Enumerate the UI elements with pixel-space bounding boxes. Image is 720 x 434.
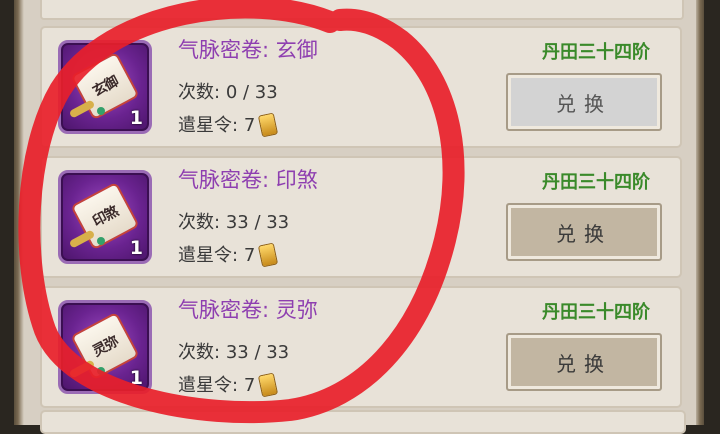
requirement-text: 丹田三十四阶 bbox=[542, 172, 650, 193]
times-label: 次数: bbox=[178, 212, 221, 233]
item-count: 1 bbox=[129, 237, 143, 259]
exchange-button[interactable]: 兑换 bbox=[506, 333, 662, 391]
exchange-times: 次数: 33 / 33 bbox=[178, 208, 289, 234]
exchange-button[interactable]: 兑换 bbox=[506, 203, 662, 261]
token-icon bbox=[259, 113, 278, 137]
cost-value: 7 bbox=[243, 375, 256, 396]
item-name: 气脉密卷: 玄御 bbox=[178, 38, 318, 62]
exchange-cost: 遣星令: 7 bbox=[178, 111, 278, 137]
item-count: 1 bbox=[129, 367, 143, 389]
item-icon[interactable]: 灵弥 1 bbox=[58, 300, 152, 394]
item-icon[interactable]: 印煞 1 bbox=[58, 170, 152, 264]
scroll-tassel bbox=[97, 237, 105, 245]
exchange-item-card: 印煞 1 气脉密卷: 印煞 次数: 33 / 33 遣星令: 7 丹田三十四阶 … bbox=[40, 156, 682, 278]
cost-label: 遣星令: bbox=[178, 375, 239, 396]
cost-value: 7 bbox=[243, 245, 256, 266]
requirement-text: 丹田三十四阶 bbox=[542, 302, 650, 323]
exchange-cost: 遣星令: 7 bbox=[178, 241, 278, 267]
exchange-button[interactable]: 兑换 bbox=[506, 73, 662, 131]
scroll-label: 玄御 bbox=[90, 73, 121, 101]
item-name: 气脉密卷: 印煞 bbox=[178, 168, 318, 192]
times-value: 33 / 33 bbox=[225, 212, 290, 233]
exchange-item-card: 玄御 1 气脉密卷: 玄御 次数: 0 / 33 遣星令: 7 丹田三十四阶 兑… bbox=[40, 26, 682, 148]
cost-label: 遣星令: bbox=[178, 115, 239, 136]
item-icon[interactable]: 玄御 1 bbox=[58, 40, 152, 134]
times-label: 次数: bbox=[178, 82, 221, 103]
previous-item-card-partial bbox=[40, 0, 684, 20]
cost-label: 遣星令: bbox=[178, 245, 239, 266]
token-icon bbox=[259, 373, 278, 397]
cost-value: 7 bbox=[243, 115, 256, 136]
times-value: 33 / 33 bbox=[225, 342, 290, 363]
item-count: 1 bbox=[129, 107, 143, 129]
exchange-times: 次数: 0 / 33 bbox=[178, 78, 278, 104]
item-name: 气脉密卷: 灵弥 bbox=[178, 298, 318, 322]
scroll-label: 灵弥 bbox=[90, 333, 121, 361]
exchange-times: 次数: 33 / 33 bbox=[178, 338, 289, 364]
scroll-label: 印煞 bbox=[90, 203, 121, 231]
exchange-item-card: 灵弥 1 气脉密卷: 灵弥 次数: 33 / 33 遣星令: 7 丹田三十四阶 … bbox=[40, 286, 682, 408]
token-icon bbox=[259, 243, 278, 267]
scroll-tassel bbox=[97, 367, 105, 375]
times-label: 次数: bbox=[178, 342, 221, 363]
requirement-text: 丹田三十四阶 bbox=[542, 42, 650, 63]
scroll-tassel bbox=[97, 107, 105, 115]
exchange-cost: 遣星令: 7 bbox=[178, 371, 278, 397]
next-item-card-partial bbox=[40, 410, 686, 434]
times-value: 0 / 33 bbox=[225, 82, 278, 103]
